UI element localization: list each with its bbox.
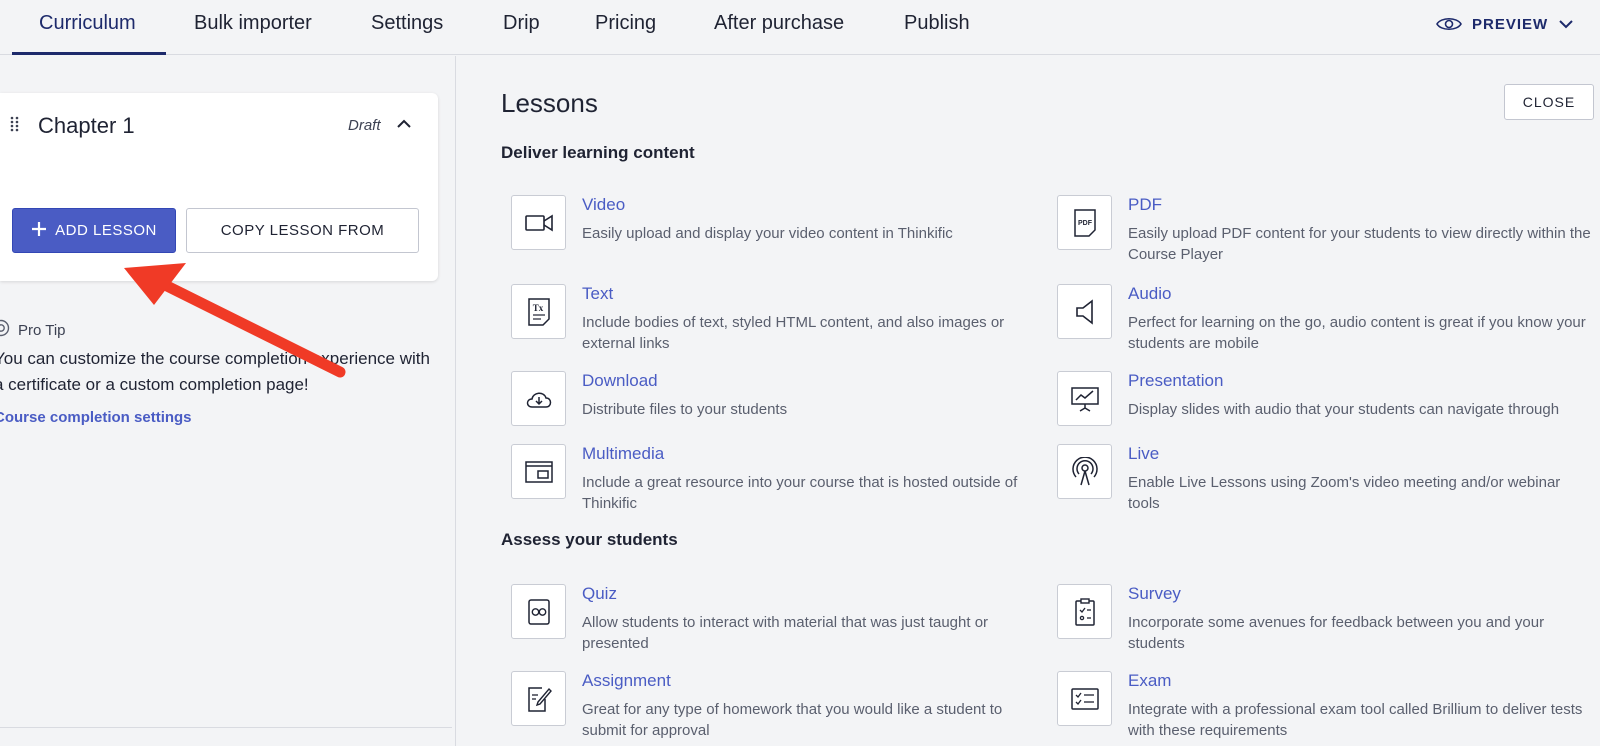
lesson-type-title: Download	[582, 371, 658, 390]
eye-icon	[1436, 15, 1462, 33]
lesson-type-title: Live	[1128, 444, 1160, 463]
lesson-type-title: Multimedia	[582, 444, 665, 463]
close-button[interactable]: CLOSE	[1504, 84, 1594, 120]
quiz-icon	[511, 584, 566, 639]
chevron-down-icon	[1558, 19, 1574, 29]
audio-icon	[1057, 284, 1112, 339]
lesson-type-title: Quiz	[582, 584, 617, 603]
add-lesson-label: ADD LESSON	[55, 222, 157, 239]
pro-tip-heading: Pro Tip	[18, 321, 66, 339]
lesson-type-desc: Enable Live Lessons using Zoom's video m…	[1128, 474, 1561, 512]
chapter-status: Draft	[348, 117, 381, 134]
course-completion-settings-link[interactable]: Course completion settings	[0, 409, 192, 426]
lesson-type-desc: Allow students to interact with material…	[582, 614, 989, 652]
top-navigation: Curriculum Bulk importer Settings Drip P…	[0, 0, 1600, 55]
text-icon: Tx	[511, 284, 566, 339]
lesson-type-title: Audio	[1128, 284, 1172, 303]
section-heading-deliver: Deliver learning content	[501, 143, 695, 162]
preview-button[interactable]: PREVIEW	[1436, 12, 1574, 36]
svg-text:PDF: PDF	[1078, 220, 1093, 227]
lesson-type-title: Assignment	[582, 671, 671, 690]
tab-publish[interactable]: Publish	[904, 0, 970, 55]
chevron-up-icon[interactable]	[396, 117, 412, 135]
lesson-type-title: Survey	[1128, 584, 1181, 603]
curriculum-panel: Chapter 1 Draft ADD LESSON COPY LESSON F…	[0, 56, 456, 746]
add-lesson-button[interactable]: ADD LESSON	[12, 208, 176, 253]
lesson-type-title: Video	[582, 195, 626, 214]
download-icon	[511, 371, 566, 426]
exam-icon	[1057, 671, 1112, 726]
drag-handle-icon[interactable]	[10, 116, 20, 137]
tab-pricing[interactable]: Pricing	[595, 0, 656, 55]
lessons-title: Lessons	[501, 88, 598, 118]
preview-label: PREVIEW	[1472, 15, 1549, 33]
lesson-type-title: Text	[582, 284, 614, 303]
pro-tip-header: Pro Tip	[0, 319, 66, 341]
lesson-type-desc: Display slides with audio that your stud…	[1128, 401, 1560, 418]
section-heading-assess: Assess your students	[501, 530, 678, 549]
copy-lesson-from-button[interactable]: COPY LESSON FROM	[186, 208, 419, 253]
tab-drip[interactable]: Drip	[503, 0, 540, 55]
presentation-icon	[1057, 371, 1112, 426]
plus-icon	[31, 221, 47, 241]
tab-settings[interactable]: Settings	[371, 0, 443, 55]
lesson-type-title: Presentation	[1128, 371, 1224, 390]
multimedia-icon	[511, 444, 566, 499]
lifebuoy-icon	[0, 319, 10, 341]
video-icon	[511, 195, 566, 250]
lesson-type-desc: Incorporate some avenues for feedback be…	[1128, 614, 1545, 652]
lesson-type-desc: Great for any type of homework that you …	[582, 701, 1003, 739]
divider	[0, 727, 452, 728]
lesson-type-desc: Distribute files to your students	[582, 401, 788, 418]
svg-text:Tx: Tx	[532, 303, 543, 313]
assignment-icon	[511, 671, 566, 726]
lesson-type-desc: Perfect for learning on the go, audio co…	[1128, 314, 1586, 352]
tab-after-purchase[interactable]: After purchase	[714, 0, 844, 55]
lesson-type-desc: Include bodies of text, styled HTML cont…	[582, 314, 1005, 352]
survey-icon	[1057, 584, 1112, 639]
lesson-type-desc: Easily upload PDF content for your stude…	[1128, 225, 1591, 263]
lesson-type-desc: Integrate with a professional exam tool …	[1128, 701, 1583, 739]
pdf-icon: PDF	[1057, 195, 1112, 250]
lesson-type-desc: Include a great resource into your cours…	[582, 474, 1018, 512]
live-icon	[1057, 444, 1112, 499]
tab-curriculum[interactable]: Curriculum	[12, 0, 166, 55]
pro-tip-text: You can customize the course completion …	[0, 349, 430, 394]
chapter-title[interactable]: Chapter 1	[38, 113, 135, 139]
lesson-type-desc: Easily upload and display your video con…	[582, 225, 953, 242]
lesson-type-title: Exam	[1128, 671, 1172, 690]
lesson-type-title: PDF	[1128, 195, 1162, 214]
chapter-card: Chapter 1 Draft ADD LESSON COPY LESSON F…	[0, 93, 438, 281]
tab-bulk-importer[interactable]: Bulk importer	[194, 0, 312, 55]
